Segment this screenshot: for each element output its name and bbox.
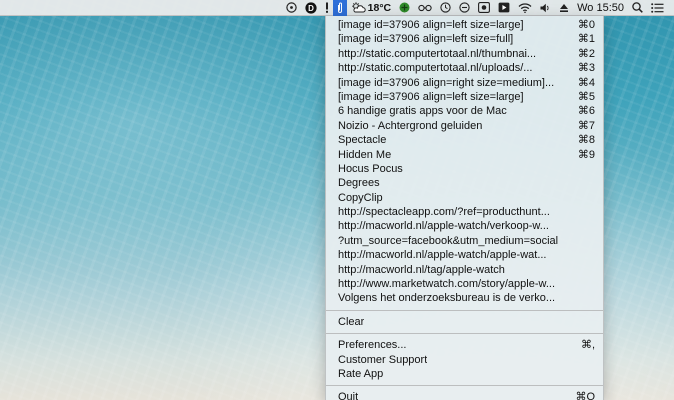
history-item-label: http://static.computertotaal.nl/thumbnai… bbox=[338, 47, 537, 60]
history-item-label: [image id=37906 align=left size=full] bbox=[338, 33, 514, 46]
history-item[interactable]: Hocus Pocus bbox=[326, 162, 603, 176]
history-item-label: http://spectacleapp.com/?ref=producthunt… bbox=[338, 206, 550, 219]
clipboard-history-menu: [image id=37906 align=left size=large] ⌘0… bbox=[325, 16, 604, 400]
history-item-label: Spectacle bbox=[338, 134, 387, 147]
history-item[interactable]: CopyClip bbox=[326, 191, 603, 205]
history-item[interactable]: [image id=37906 align=right size=medium]… bbox=[326, 76, 603, 90]
history-item-shortcut: ⌘9 bbox=[577, 148, 595, 161]
history-item[interactable]: Hidden Me ⌘9 bbox=[326, 148, 603, 162]
history-item-label: Hocus Pocus bbox=[338, 162, 403, 175]
list-menu-icon[interactable] bbox=[647, 0, 674, 16]
eject-icon[interactable] bbox=[555, 0, 573, 16]
exclamation-icon[interactable] bbox=[321, 0, 333, 16]
history-item[interactable]: Volgens het onderzoeksbureau is de verko… bbox=[326, 291, 603, 305]
history-item-label: 6 handige gratis apps voor de Mac bbox=[338, 105, 507, 118]
record-icon[interactable] bbox=[474, 0, 494, 16]
history-item[interactable]: Degrees bbox=[326, 176, 603, 190]
history-item[interactable]: http://macworld.nl/apple-watch/verkoop-w… bbox=[326, 219, 603, 233]
glasses-icon[interactable] bbox=[414, 0, 436, 16]
clock-icon[interactable] bbox=[436, 0, 455, 16]
history-item-label: http://macworld.nl/apple-watch/apple-wat… bbox=[338, 249, 547, 262]
history-item-label: http://static.computertotaal.nl/uploads/… bbox=[338, 62, 533, 75]
d-app-icon[interactable]: D bbox=[301, 0, 321, 16]
green-circle-icon[interactable] bbox=[395, 0, 414, 16]
history-item-label: http://macworld.nl/tag/apple-watch bbox=[338, 263, 505, 276]
history-item-label: Volgens het onderzoeksbureau is de verko… bbox=[338, 292, 556, 305]
history-item[interactable]: http://www.marketwatch.com/story/apple-w… bbox=[326, 277, 603, 291]
history-item[interactable]: Noizio - Achtergrond geluiden ⌘7 bbox=[326, 119, 603, 133]
menu-separator bbox=[326, 309, 603, 311]
weather-icon bbox=[351, 2, 366, 13]
history-item[interactable]: [image id=37906 align=left size=large] ⌘0 bbox=[326, 18, 603, 32]
history-item-shortcut: ⌘8 bbox=[577, 134, 595, 147]
history-item-label: CopyClip bbox=[338, 191, 383, 204]
menubar: D 18°C Wo 15:50 bbox=[0, 0, 674, 16]
history-item[interactable]: http://macworld.nl/apple-watch/apple-wat… bbox=[326, 248, 603, 262]
history-item[interactable]: ?utm_source=facebook&utm_medium=social_u… bbox=[326, 234, 603, 248]
history-item[interactable]: http://macworld.nl/tag/apple-watch bbox=[326, 263, 603, 277]
preferences-label: Preferences... bbox=[338, 339, 407, 352]
history-item[interactable]: [image id=37906 align=left size=large] ⌘5 bbox=[326, 90, 603, 104]
history-item[interactable]: Spectacle ⌘8 bbox=[326, 133, 603, 147]
history-item-shortcut: ⌘2 bbox=[577, 47, 595, 60]
preferences-shortcut: ⌘, bbox=[580, 339, 595, 352]
history-item-shortcut: ⌘5 bbox=[577, 90, 595, 103]
menu-separator bbox=[326, 333, 603, 335]
history-item[interactable]: [image id=37906 align=left size=full] ⌘1 bbox=[326, 32, 603, 46]
history-item[interactable]: http://static.computertotaal.nl/uploads/… bbox=[326, 61, 603, 75]
clear-item[interactable]: Clear bbox=[326, 315, 603, 329]
clear-label: Clear bbox=[338, 315, 365, 328]
quit-item[interactable]: Quit ⌘Q bbox=[326, 390, 603, 400]
quit-shortcut: ⌘Q bbox=[575, 391, 595, 400]
history-item-label: http://macworld.nl/apple-watch/verkoop-w… bbox=[338, 220, 549, 233]
history-item-shortcut: ⌘0 bbox=[577, 19, 595, 31]
customer-support-item[interactable]: Customer Support bbox=[326, 353, 603, 367]
volume-icon[interactable] bbox=[536, 0, 555, 16]
clock-label: Wo 15:50 bbox=[577, 1, 624, 14]
preferences-item[interactable]: Preferences... ⌘, bbox=[326, 338, 603, 352]
menu-separator bbox=[326, 385, 603, 387]
history-list: [image id=37906 align=left size=large] ⌘0… bbox=[326, 18, 603, 306]
rate-app-label: Rate App bbox=[338, 367, 384, 380]
history-item[interactable]: 6 handige gratis apps voor de Mac ⌘6 bbox=[326, 104, 603, 118]
history-item-label: Degrees bbox=[338, 177, 380, 190]
history-item-label: http://www.marketwatch.com/story/apple-w… bbox=[338, 278, 556, 291]
clock-menu[interactable]: Wo 15:50 bbox=[573, 0, 628, 16]
svg-text:D: D bbox=[308, 4, 314, 13]
history-item-label: [image id=37906 align=left size=large] bbox=[338, 90, 524, 103]
clipboard-app-icon[interactable] bbox=[332, 0, 347, 16]
history-item-shortcut: ⌘3 bbox=[577, 62, 595, 75]
spotlight-search-icon[interactable] bbox=[628, 0, 647, 16]
media-icon[interactable] bbox=[494, 0, 514, 16]
wifi-icon[interactable] bbox=[514, 0, 536, 16]
history-item-label: [image id=37906 align=left size=large] bbox=[338, 19, 524, 31]
dashboard-icon[interactable] bbox=[282, 0, 301, 16]
quit-label: Quit bbox=[338, 391, 359, 400]
history-item-shortcut: ⌘6 bbox=[577, 105, 595, 118]
history-item[interactable]: http://static.computertotaal.nl/thumbnai… bbox=[326, 47, 603, 61]
circle-icon[interactable] bbox=[455, 0, 474, 16]
customer-support-label: Customer Support bbox=[338, 353, 428, 366]
history-item-label: Noizio - Achtergrond geluiden bbox=[338, 119, 483, 132]
history-item-shortcut: ⌘4 bbox=[577, 76, 595, 89]
history-item-label: Hidden Me bbox=[338, 148, 392, 161]
temperature-label: 18°C bbox=[367, 1, 392, 14]
rate-app-item[interactable]: Rate App bbox=[326, 367, 603, 381]
history-item[interactable]: http://spectacleapp.com/?ref=producthunt… bbox=[326, 205, 603, 219]
history-item-label: ?utm_source=facebook&utm_medium=social_u… bbox=[338, 234, 558, 247]
history-item-shortcut: ⌘1 bbox=[577, 33, 595, 46]
history-item-shortcut: ⌘7 bbox=[577, 119, 595, 132]
weather-widget[interactable]: 18°C bbox=[347, 0, 395, 16]
history-item-label: [image id=37906 align=right size=medium]… bbox=[338, 76, 555, 89]
